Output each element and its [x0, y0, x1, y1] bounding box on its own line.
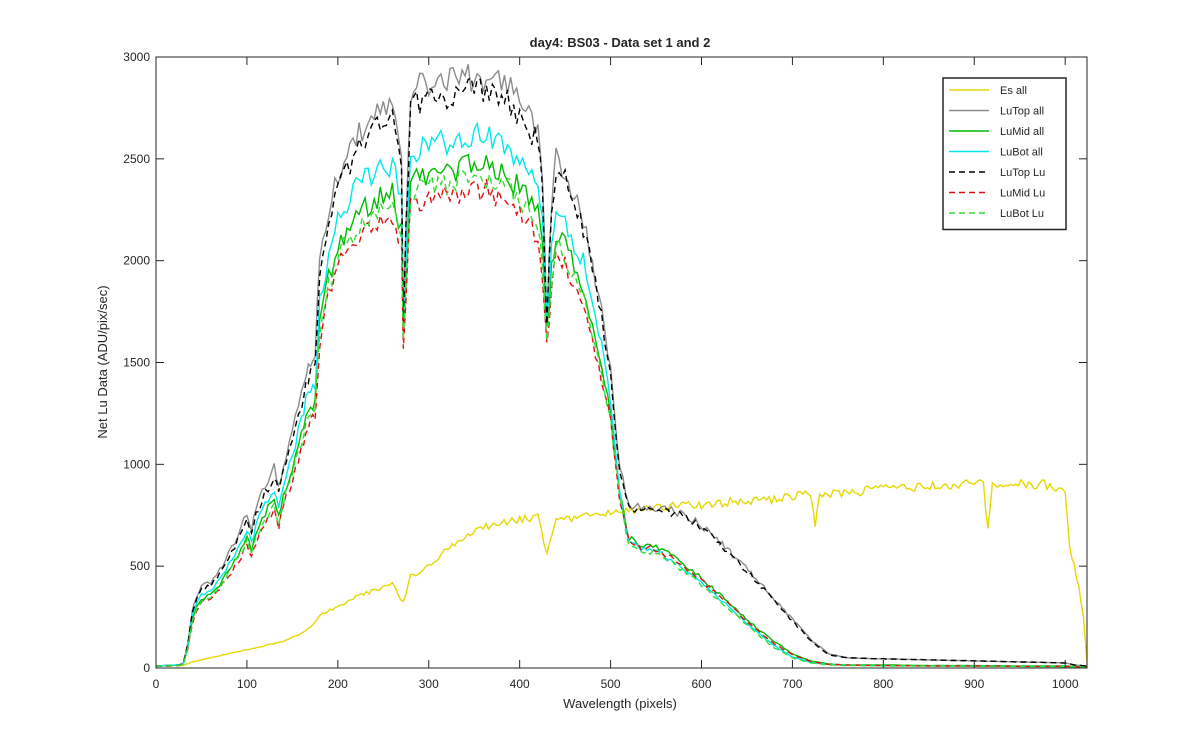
x-tick-label: 0 — [153, 677, 160, 691]
x-tick-label: 600 — [691, 677, 711, 691]
series-line-2 — [156, 153, 1087, 668]
legend-label: LuBot Lu — [1000, 208, 1044, 220]
legend-label: LuTop all — [1000, 106, 1044, 118]
legend: Es all LuTop all LuMid all LuBot all LuTop L… — [942, 77, 1067, 231]
legend-label: LuBot all — [1000, 147, 1043, 159]
legend-label: LuMid all — [1000, 126, 1044, 138]
x-tick-label: 300 — [419, 677, 439, 691]
x-tick-label: 700 — [782, 677, 802, 691]
legend-label: LuTop Lu — [1000, 167, 1045, 179]
y-axis-label: Net Lu Data (ADU/pix/sec) — [95, 285, 110, 438]
y-tick-label: 3000 — [123, 50, 150, 64]
x-tick-label: 400 — [510, 677, 530, 691]
x-tick-label: 100 — [237, 677, 257, 691]
y-tick-label: 2000 — [123, 254, 150, 268]
series-line-6 — [156, 168, 1087, 668]
x-tick-label: 1000 — [1052, 677, 1079, 691]
x-axis-label: Wavelength (pixels) — [563, 696, 677, 711]
y-tick-label: 0 — [143, 661, 150, 675]
y-tick-label: 2500 — [123, 152, 150, 166]
chart-title: day4: BS03 - Data set 1 and 2 — [530, 35, 711, 50]
x-tick-label: 200 — [328, 677, 348, 691]
figure: day4: BS03 - Data set 1 and 2 0 100 200 300… — [0, 0, 1200, 750]
legend-label: Es all — [1000, 85, 1027, 97]
line-chart: day4: BS03 - Data set 1 and 2 0 100 200 300… — [95, 35, 1088, 711]
x-tick-label: 500 — [601, 677, 621, 691]
y-tick-label: 1500 — [123, 356, 150, 370]
y-tick-label: 1000 — [123, 457, 150, 471]
y-tick-label: 500 — [130, 559, 150, 573]
x-tick-label: 800 — [873, 677, 893, 691]
legend-label: LuMid Lu — [1000, 188, 1045, 200]
x-tick-label: 900 — [964, 677, 984, 691]
